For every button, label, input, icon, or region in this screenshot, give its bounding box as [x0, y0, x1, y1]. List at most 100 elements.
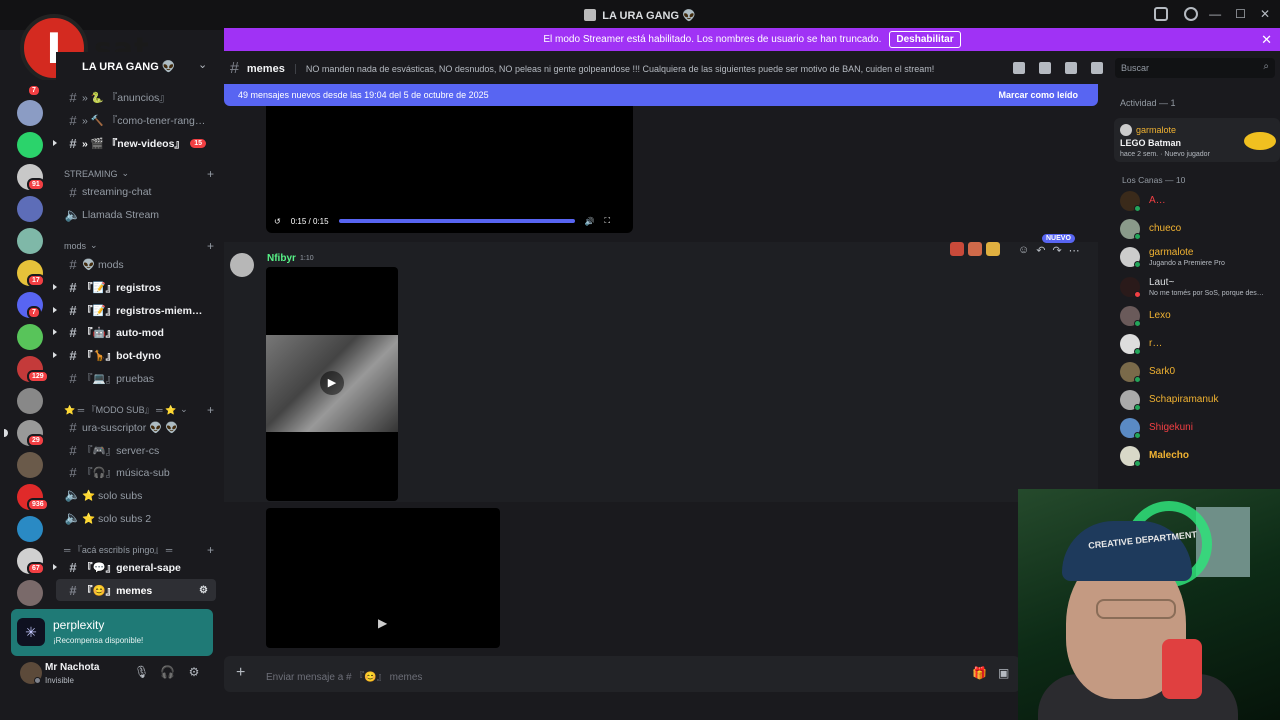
- member-item[interactable]: Lexo: [1120, 305, 1280, 329]
- video-player[interactable]: ↺ 0:15 / 0:15 🔊 ⛶: [266, 106, 633, 233]
- server-icon[interactable]: [17, 580, 43, 606]
- fullscreen-icon[interactable]: ⛶: [604, 216, 610, 226]
- play-icon[interactable]: ▶: [320, 371, 344, 395]
- gear-icon[interactable]: ⚙: [187, 665, 201, 679]
- maximize-icon[interactable]: ☐: [1235, 7, 1246, 21]
- perplexity-promo[interactable]: ✳ perplexity ¡Recompensa disponible!: [11, 609, 213, 656]
- close-window-icon[interactable]: ✕: [1260, 7, 1270, 21]
- play-icon[interactable]: ▶: [378, 616, 387, 630]
- member-item[interactable]: garmalote Jugando a Premiere Pro: [1120, 246, 1280, 270]
- channel-anuncios[interactable]: #» 🐍 『anuncios』: [56, 86, 216, 108]
- server-icon[interactable]: [17, 452, 43, 478]
- threads-icon[interactable]: [1013, 62, 1025, 74]
- channel-streaming-chat[interactable]: # streaming-chat: [56, 181, 216, 203]
- member-item[interactable]: Shigekuni: [1120, 417, 1280, 441]
- gift-icon[interactable]: 🎁: [972, 666, 987, 680]
- channel-memes[interactable]: # 『😊』memes ⚙: [56, 579, 216, 601]
- member-item[interactable]: Sark0: [1120, 361, 1280, 385]
- headphones-icon[interactable]: 🎧: [160, 665, 175, 679]
- bell-icon[interactable]: [1039, 62, 1051, 74]
- channel-solo-subs-2[interactable]: 🔈 ⭐ solo subs 2: [56, 507, 216, 529]
- hash-icon: #: [69, 324, 77, 340]
- avatar[interactable]: [230, 253, 254, 277]
- member-item[interactable]: A…: [1120, 190, 1280, 214]
- reaction-emoji-icon[interactable]: [968, 242, 982, 256]
- category-modo-sub[interactable]: ⭐ ═ 『MODO SUB』 ═ ⭐ ⌄ +: [64, 403, 214, 417]
- channel-topic[interactable]: NO manden nada de esvásticas, NO desnudo…: [294, 64, 935, 74]
- server-icon[interactable]: [17, 324, 43, 350]
- server-badge: 29: [27, 434, 45, 447]
- video-progress-bar[interactable]: [338, 219, 575, 223]
- member-item[interactable]: Malecho: [1120, 445, 1280, 469]
- reaction-emoji-icon[interactable]: [986, 242, 1000, 256]
- channel-auto-mod[interactable]: # 『🤖』auto-mod: [53, 321, 216, 343]
- add-channel-icon[interactable]: +: [207, 167, 214, 181]
- channel-list: LA URA GANG 👽 ⌄ #» 🐍 『anuncios』 #» 🔨 『co…: [53, 52, 218, 608]
- channel-musica-sub[interactable]: # 『🎧』música-sub: [56, 461, 216, 483]
- channel-pruebas[interactable]: # 『💻』pruebas: [56, 367, 216, 389]
- microphone-icon[interactable]: 🎙: [134, 665, 149, 679]
- reaction-emoji-icon[interactable]: [950, 242, 964, 256]
- video-attachment[interactable]: ▶: [266, 508, 500, 648]
- channel-general-sape[interactable]: # 『💬』general-sape: [53, 556, 216, 578]
- channel-server-cs[interactable]: # 『🎮』server-cs: [56, 439, 216, 461]
- header-toolbar: [1013, 62, 1103, 74]
- minimize-icon[interactable]: —: [1209, 7, 1221, 21]
- new-messages-bar[interactable]: 49 mensajes nuevos desde las 19:04 del 5…: [224, 84, 1098, 106]
- status-indicator: [34, 677, 41, 684]
- forward-icon[interactable]: ↷: [1052, 244, 1061, 257]
- channel-llamada-stream[interactable]: 🔈 Llamada Stream: [56, 204, 216, 226]
- server-badge: 7: [27, 84, 41, 97]
- server-icon[interactable]: [17, 516, 43, 542]
- activity-card[interactable]: garmalote LEGO Batman hace 2 sem. · Nuev…: [1114, 118, 1280, 162]
- channel-bot-dyno[interactable]: # 『🦒』bot-dyno: [53, 344, 216, 366]
- help-icon[interactable]: [1184, 7, 1198, 21]
- status-indicator: [1134, 205, 1141, 212]
- gif-icon[interactable]: ▣: [998, 666, 1009, 680]
- hash-icon: #: [69, 256, 77, 272]
- member-item[interactable]: Schapiramanuk: [1120, 389, 1280, 413]
- close-banner-icon[interactable]: ✕: [1261, 32, 1272, 48]
- pin-icon[interactable]: [1065, 62, 1077, 74]
- message-composer[interactable]: + Enviar mensaje a # 『😊』 memes 🎁 ▣: [224, 656, 1020, 692]
- message-author[interactable]: Nfibyr: [267, 253, 296, 264]
- add-reaction-icon[interactable]: ☺: [1018, 244, 1029, 257]
- video-attachment[interactable]: ▶: [266, 267, 398, 501]
- member-list-icon[interactable]: [1091, 62, 1103, 74]
- member-item[interactable]: r…: [1120, 333, 1280, 357]
- channel-ura-suscriptor[interactable]: # ura-suscriptor 👽 👽: [56, 416, 216, 438]
- channel-new-videos[interactable]: #» 🎬 『new-videos』 15: [53, 132, 216, 154]
- channel-solo-subs[interactable]: 🔈 ⭐ solo subs: [56, 484, 216, 506]
- add-attachment-icon[interactable]: +: [236, 664, 245, 682]
- server-icon[interactable]: [17, 388, 43, 414]
- reply-icon[interactable]: ↶: [1036, 244, 1045, 257]
- username[interactable]: Mr Nachota: [45, 662, 99, 673]
- more-icon[interactable]: ⋯: [1069, 244, 1080, 257]
- server-icon[interactable]: [17, 132, 43, 158]
- add-channel-icon[interactable]: +: [207, 239, 214, 253]
- replay-icon[interactable]: ↺: [274, 217, 281, 226]
- category-mods[interactable]: mods ⌄ +: [64, 239, 214, 253]
- channel-registros-miembros[interactable]: # 『📝』registros-miem…: [53, 299, 216, 321]
- mark-as-read-button[interactable]: Marcar como leído: [998, 90, 1078, 100]
- guild-name[interactable]: LA URA GANG 👽: [82, 60, 176, 73]
- category-aca-escribis[interactable]: ═ 『acá escribís pingo』 ═ +: [64, 543, 214, 557]
- inbox-icon[interactable]: [1154, 7, 1168, 21]
- server-icon[interactable]: [17, 228, 43, 254]
- add-channel-icon[interactable]: +: [207, 403, 214, 417]
- member-item[interactable]: Laut~ No me tomés por SoS, porque des…: [1120, 276, 1280, 300]
- chevron-down-icon[interactable]: ⌄: [198, 58, 207, 71]
- disable-streamer-button[interactable]: Deshabilitar: [889, 31, 961, 48]
- add-channel-icon[interactable]: +: [207, 543, 214, 557]
- channel-registros[interactable]: # 『📝』registros: [53, 276, 216, 298]
- server-icon[interactable]: [17, 100, 43, 126]
- category-streaming[interactable]: STREAMING ⌄ +: [64, 167, 214, 181]
- search-input[interactable]: Buscar ⌕: [1115, 58, 1275, 78]
- unread-indicator: [53, 329, 57, 335]
- channel-mods[interactable]: # 👽 mods: [56, 253, 216, 275]
- server-icon[interactable]: [17, 196, 43, 222]
- member-item[interactable]: chueco: [1120, 218, 1280, 242]
- channel-como-tener-rango[interactable]: #» 🔨 『como-tener-rang…: [56, 109, 216, 131]
- volume-icon[interactable]: 🔊: [585, 217, 595, 226]
- channel-settings-icon[interactable]: ⚙: [195, 584, 212, 597]
